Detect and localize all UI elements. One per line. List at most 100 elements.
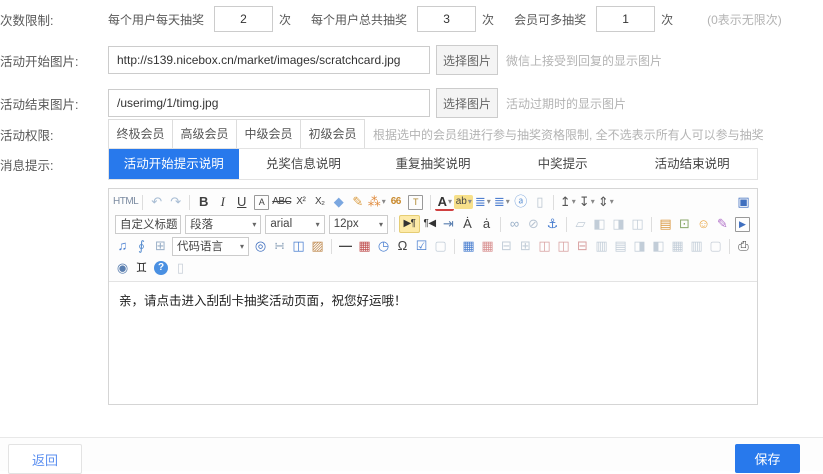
- font-family-select[interactable]: arial▾: [265, 215, 324, 234]
- bold-icon[interactable]: B: [194, 193, 213, 211]
- insert-row-icon[interactable]: ⊟: [573, 237, 592, 255]
- pasteplain-icon[interactable]: T: [408, 195, 423, 210]
- toolbar-separator: [729, 239, 730, 254]
- blockquote-icon[interactable]: 66: [386, 193, 405, 211]
- help-icon[interactable]: ?: [154, 261, 168, 275]
- snapscreen-icon[interactable]: ⊡: [675, 215, 694, 233]
- unlink-icon[interactable]: ⊘: [524, 215, 543, 233]
- code-language-select[interactable]: 代码语言▾: [172, 237, 249, 256]
- edit-doc-icon[interactable]: ▢: [706, 237, 725, 255]
- direction-rtl-icon[interactable]: ¶◀: [420, 215, 439, 233]
- underline-icon[interactable]: U: [232, 193, 251, 211]
- member-group-junior[interactable]: 初级会员: [301, 120, 364, 148]
- image-align-left-icon[interactable]: ◧: [590, 215, 609, 233]
- image-align-none-icon[interactable]: ▱: [571, 215, 590, 233]
- daily-draw-count-input[interactable]: [214, 6, 273, 32]
- member-group-senior[interactable]: 高级会员: [173, 120, 237, 148]
- merge-cells-icon[interactable]: ▦: [668, 237, 687, 255]
- insert-col-right-icon[interactable]: ◫: [554, 237, 573, 255]
- background-icon[interactable]: ▨: [308, 237, 327, 255]
- unordered-list-icon[interactable]: ≣▾: [492, 193, 511, 211]
- paragraph-style-select[interactable]: 自定义标题▾: [115, 215, 181, 234]
- fontborder-icon[interactable]: A: [254, 195, 269, 210]
- uppercase-icon[interactable]: Ȧ: [458, 215, 477, 233]
- rowspacing-bottom-icon[interactable]: ↧▾: [577, 193, 596, 211]
- drafts-icon[interactable]: ▢: [431, 237, 450, 255]
- tab-repeat-draw[interactable]: 重复抽奖说明: [368, 149, 498, 179]
- delete-col-icon[interactable]: ▤: [611, 237, 630, 255]
- end-image-pick-button[interactable]: 选择图片: [436, 88, 498, 118]
- autotypeset-icon[interactable]: ⁂▾: [367, 193, 386, 211]
- anchor-icon[interactable]: ⚓: [543, 215, 562, 233]
- time-icon[interactable]: ◷: [374, 237, 393, 255]
- tab-activity-start-tip[interactable]: 活动开始提示说明: [109, 149, 239, 179]
- template-icon[interactable]: ◫: [289, 237, 308, 255]
- end-image-input[interactable]: [108, 89, 430, 117]
- fullscreen-icon[interactable]: ▣: [734, 193, 753, 211]
- total-draw-count-input[interactable]: [417, 6, 476, 32]
- insert-code-icon[interactable]: ◎: [251, 237, 270, 255]
- direction-ltr-icon[interactable]: ▶¶: [399, 215, 420, 233]
- formatpainter-icon[interactable]: ✎: [348, 193, 367, 211]
- superscript-icon[interactable]: X²: [291, 193, 310, 211]
- insert-col-left-icon[interactable]: ◫: [535, 237, 554, 255]
- spellcheck-icon[interactable]: ☑: [412, 237, 431, 255]
- lineheight-icon[interactable]: ⇕▾: [596, 193, 615, 211]
- horizontal-rule-icon[interactable]: —: [336, 237, 355, 255]
- save-button[interactable]: 保存: [735, 444, 800, 473]
- image-align-right-icon[interactable]: ◨: [609, 215, 628, 233]
- font-size-select[interactable]: 12px▾: [329, 215, 388, 234]
- map-icon[interactable]: ⊞: [151, 237, 170, 255]
- tab-activity-end[interactable]: 活动结束说明: [627, 149, 757, 179]
- rowspacing-top-icon[interactable]: ↥▾: [558, 193, 577, 211]
- image-align-center-icon[interactable]: ◫: [628, 215, 647, 233]
- link-icon[interactable]: ∞: [505, 215, 524, 233]
- merge-down-icon[interactable]: ◧: [649, 237, 668, 255]
- tab-win-tip[interactable]: 中奖提示: [498, 149, 628, 179]
- ordered-list-icon[interactable]: ≣▾: [473, 193, 492, 211]
- merge-right-icon[interactable]: ◨: [630, 237, 649, 255]
- insert-image-icon[interactable]: ▤: [656, 215, 675, 233]
- source-icon[interactable]: HTML: [113, 193, 138, 211]
- strikethrough-icon[interactable]: ABC: [272, 193, 291, 211]
- formatclear-icon[interactable]: ◆: [329, 193, 348, 211]
- pagebreak-icon[interactable]: ∺: [270, 237, 289, 255]
- table-caption-icon[interactable]: ⊟: [497, 237, 516, 255]
- undo-icon[interactable]: ↶: [147, 193, 166, 211]
- scrawl-icon[interactable]: ✎: [713, 215, 732, 233]
- paste-disabled-icon[interactable]: ▯: [171, 259, 190, 277]
- toolbar-row-1: HTML↶↷BIUAABCX²X₂◆✎⁂▾66TA▾ab▾≣▾≣▾ⓐ▯↥▾↧▾⇕…: [113, 191, 753, 213]
- attachment-icon[interactable]: ∮: [132, 237, 151, 255]
- table-title-icon[interactable]: ⊞: [516, 237, 535, 255]
- selectall-icon[interactable]: ⓐ: [511, 193, 530, 211]
- start-image-pick-button[interactable]: 选择图片: [436, 45, 498, 75]
- insert-table-icon[interactable]: ▦: [459, 237, 478, 255]
- preview-icon[interactable]: ◉: [113, 259, 132, 277]
- backcolor-icon[interactable]: ab▾: [454, 195, 473, 209]
- tab-redeem-info[interactable]: 兑奖信息说明: [239, 149, 369, 179]
- redo-icon[interactable]: ↷: [166, 193, 185, 211]
- forecolor-icon[interactable]: A▾: [435, 194, 454, 211]
- insert-music-icon[interactable]: ♫: [113, 237, 132, 255]
- member-group-middle[interactable]: 中级会员: [237, 120, 301, 148]
- subscript-icon[interactable]: X₂: [310, 193, 329, 211]
- insert-video-icon[interactable]: ▶: [735, 217, 750, 232]
- member-group-ultimate[interactable]: 终极会员: [109, 120, 173, 148]
- paragraph-select[interactable]: 段落▾: [185, 215, 261, 234]
- indent-icon[interactable]: ⇥: [439, 215, 458, 233]
- lowercase-icon[interactable]: ȧ: [477, 215, 496, 233]
- italic-icon[interactable]: I: [213, 193, 232, 211]
- date-icon[interactable]: ▦: [355, 237, 374, 255]
- delete-row-icon[interactable]: ▥: [592, 237, 611, 255]
- search-replace-icon[interactable]: ♊: [132, 259, 151, 277]
- print-icon[interactable]: ⎙: [734, 237, 753, 255]
- member-extra-draw-count-input[interactable]: [596, 6, 655, 32]
- delete-table-icon[interactable]: ▦: [478, 237, 497, 255]
- emotion-icon[interactable]: ☺: [694, 215, 713, 233]
- cleardoc-icon[interactable]: ▯: [530, 193, 549, 211]
- special-char-icon[interactable]: Ω: [393, 237, 412, 255]
- split-cell-icon[interactable]: ▥: [687, 237, 706, 255]
- editor-content-area[interactable]: 亲，请点击进入刮刮卡抽奖活动页面，祝您好运哦！: [109, 282, 757, 408]
- start-image-input[interactable]: [108, 46, 430, 74]
- limits-row: 次数限制: 每个用户每天抽奖次每个用户总共抽奖次会员可多抽奖次 (0表示无限次): [0, 6, 782, 32]
